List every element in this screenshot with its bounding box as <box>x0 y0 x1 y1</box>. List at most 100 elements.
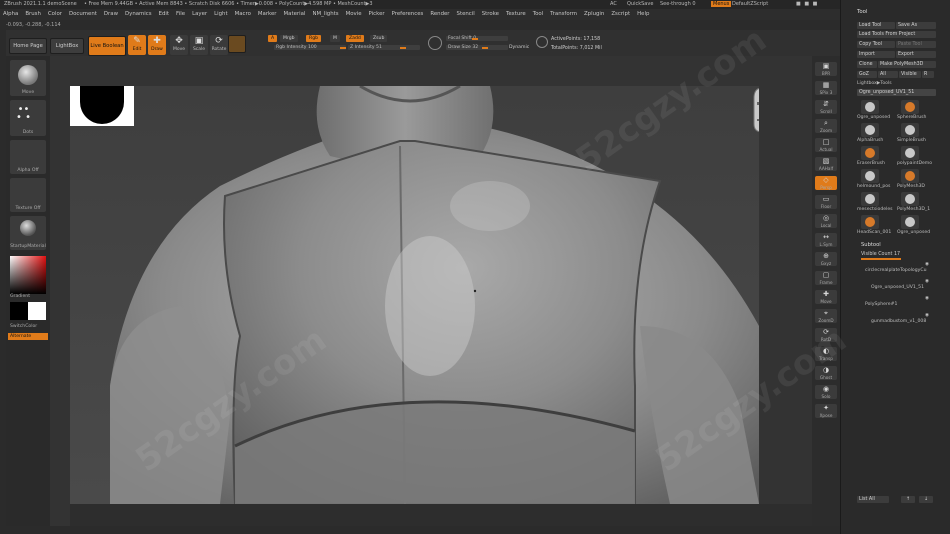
menu-brush[interactable]: Brush <box>25 9 41 20</box>
shelf-spix-3-button[interactable]: ▦ SPix 3 <box>815 81 837 95</box>
shelf-local-button[interactable]: ◎ Local <box>815 214 837 228</box>
menu-file[interactable]: File <box>176 9 185 20</box>
material-button[interactable]: StartupMaterial <box>10 216 46 250</box>
subtool-visibility-icon[interactable]: ◉ <box>925 262 929 267</box>
subtool-item[interactable]: PolySphere#1 <box>865 302 897 307</box>
a-button[interactable]: A <box>268 35 278 42</box>
home-page-button[interactable]: Home Page <box>9 38 47 54</box>
tool-thumbnail[interactable] <box>901 169 919 183</box>
alternate-button[interactable]: Alternate <box>8 333 48 340</box>
focal-shift-slider[interactable]: Focal Shift 0 <box>446 36 508 41</box>
tool-thumbnail[interactable] <box>901 146 919 160</box>
zadd-button[interactable]: Zadd <box>346 35 364 42</box>
menu-layer[interactable]: Layer <box>192 9 207 20</box>
tool-thumbnail[interactable] <box>901 100 919 114</box>
subtool-visibility-icon[interactable]: ◉ <box>925 296 929 301</box>
shelf-zoom-button[interactable]: ⌕ Zoom <box>815 119 837 133</box>
menu-texture[interactable]: Texture <box>506 9 526 20</box>
rgb-button[interactable]: Rgb <box>306 35 322 42</box>
menu-help[interactable]: Help <box>637 9 649 20</box>
menu-light[interactable]: Light <box>214 9 227 20</box>
menu-stencil[interactable]: Stencil <box>457 9 475 20</box>
shelf-zoomd-button[interactable]: ⌖ ZoomD <box>815 309 837 323</box>
subtool-visibility-icon[interactable]: ◉ <box>925 313 929 318</box>
window-controls[interactable]: ■ ■ ■ <box>796 1 818 7</box>
subtool-item[interactable]: gunmadbustom_v1_008 <box>871 319 926 324</box>
visible-count[interactable]: Visible Count 17 <box>861 252 900 257</box>
menu-material[interactable]: Material <box>284 9 306 20</box>
subtool-item[interactable]: Ogre_unposed_UV1_51 <box>871 285 924 290</box>
menu-tool[interactable]: Tool <box>533 9 543 20</box>
save-as-button[interactable]: Save As <box>896 22 936 29</box>
switch-color-button[interactable]: SwitchColor <box>10 324 37 329</box>
tool-thumbnail[interactable] <box>861 123 879 137</box>
shelf-bpr-button[interactable]: ▣ BPR <box>815 62 837 76</box>
shelf-l-sym-button[interactable]: ↔ L.Sym <box>815 233 837 247</box>
quicksave-button[interactable]: QuickSave <box>627 1 653 7</box>
menu-dynamics[interactable]: Dynamics <box>125 9 152 20</box>
default-script-button[interactable]: DefaultZScript <box>732 1 768 7</box>
list-all-button[interactable]: List All <box>857 496 889 503</box>
tool-thumbnail[interactable] <box>901 192 919 206</box>
shelf-move-button[interactable]: ✚ Move <box>815 290 837 304</box>
tool-thumbnail[interactable] <box>861 192 879 206</box>
shelf-frame-button[interactable]: ▢ Frame <box>815 271 837 285</box>
tool-thumbnail[interactable] <box>861 215 879 229</box>
subtool-visibility-icon[interactable]: ◉ <box>925 279 929 284</box>
rotate-button[interactable]: ⟳ Rotate <box>210 35 228 55</box>
move-up-button[interactable]: ↑ <box>901 496 915 503</box>
menus-button[interactable]: Menus <box>711 1 732 7</box>
live-boolean-button[interactable]: Live Boolean <box>88 36 126 56</box>
clone-button[interactable]: Clone <box>857 61 877 68</box>
subtool-item[interactable]: circlecrealplateTopologyCu <box>865 268 927 273</box>
tool-thumbnail[interactable] <box>861 100 879 114</box>
lightbox-button[interactable]: LightBox <box>50 38 84 54</box>
tool-thumbnail[interactable] <box>861 146 879 160</box>
current-tool-field[interactable]: Ogre_unposed_UV1_51 <box>857 89 936 96</box>
load-tools-from-project-button[interactable]: Load Tools From Project <box>857 31 936 38</box>
menu-transform[interactable]: Transform <box>550 9 577 20</box>
primary-color-swatch[interactable] <box>28 302 46 320</box>
menu-draw[interactable]: Draw <box>104 9 118 20</box>
tool-thumbnail[interactable] <box>901 215 919 229</box>
edit-button[interactable]: ✎ Edit <box>128 35 146 55</box>
menu-edit[interactable]: Edit <box>159 9 169 20</box>
menu-zscript[interactable]: Zscript <box>611 9 630 20</box>
see-through-slider[interactable]: See-through 0 <box>660 1 696 7</box>
all-button[interactable]: All <box>878 71 898 78</box>
goz-button[interactable]: GoZ <box>857 71 877 78</box>
load-tool-button[interactable]: Load Tool <box>857 22 895 29</box>
stroke-button[interactable]: •• • • Dots <box>10 100 46 136</box>
brush-button[interactable]: Move <box>10 60 46 96</box>
scale-button[interactable]: ▣ Scale <box>190 35 208 55</box>
material-swatch[interactable] <box>228 35 246 53</box>
secondary-color-swatch[interactable] <box>10 302 28 320</box>
menu-marker[interactable]: Marker <box>258 9 277 20</box>
draw-button[interactable]: ✚ Draw <box>148 35 166 55</box>
export-button[interactable]: Export <box>896 51 936 58</box>
menu-nm-lights[interactable]: NM_lights <box>312 9 338 20</box>
rgb-intensity-slider[interactable]: Rgb Intensity 100 <box>274 45 346 50</box>
menu-document[interactable]: Document <box>69 9 97 20</box>
r-button[interactable]: R <box>922 71 934 78</box>
shelf-solo-button[interactable]: ◉ Solo <box>815 385 837 399</box>
shelf-actual-button[interactable]: □ Actual <box>815 138 837 152</box>
import-button[interactable]: Import <box>857 51 895 58</box>
menu-picker[interactable]: Picker <box>369 9 385 20</box>
texture-button[interactable]: Texture Off <box>10 178 46 212</box>
mrgb-button[interactable]: Mrgb <box>280 35 298 42</box>
menu-zplugin[interactable]: Zplugin <box>584 9 604 20</box>
shelf-scroll-button[interactable]: ⇵ Scroll <box>815 100 837 114</box>
menu-macro[interactable]: Macro <box>235 9 251 20</box>
visible-button[interactable]: Visible <box>899 71 921 78</box>
move-down-button[interactable]: ↓ <box>919 496 933 503</box>
menu-movie[interactable]: Movie <box>346 9 362 20</box>
tool-thumbnail[interactable] <box>861 169 879 183</box>
m-button[interactable]: M <box>330 35 340 42</box>
dynamic-button[interactable]: Dynamic <box>506 44 532 51</box>
lightbox-tools-label[interactable]: Lightbox▶Tools <box>857 81 892 86</box>
menu-alpha[interactable]: Alpha <box>3 9 18 20</box>
menu-stroke[interactable]: Stroke <box>482 9 499 20</box>
shelf-xpose-button[interactable]: ✦ Xpose <box>815 404 837 418</box>
copy-tool-button[interactable]: Copy Tool <box>857 41 895 48</box>
